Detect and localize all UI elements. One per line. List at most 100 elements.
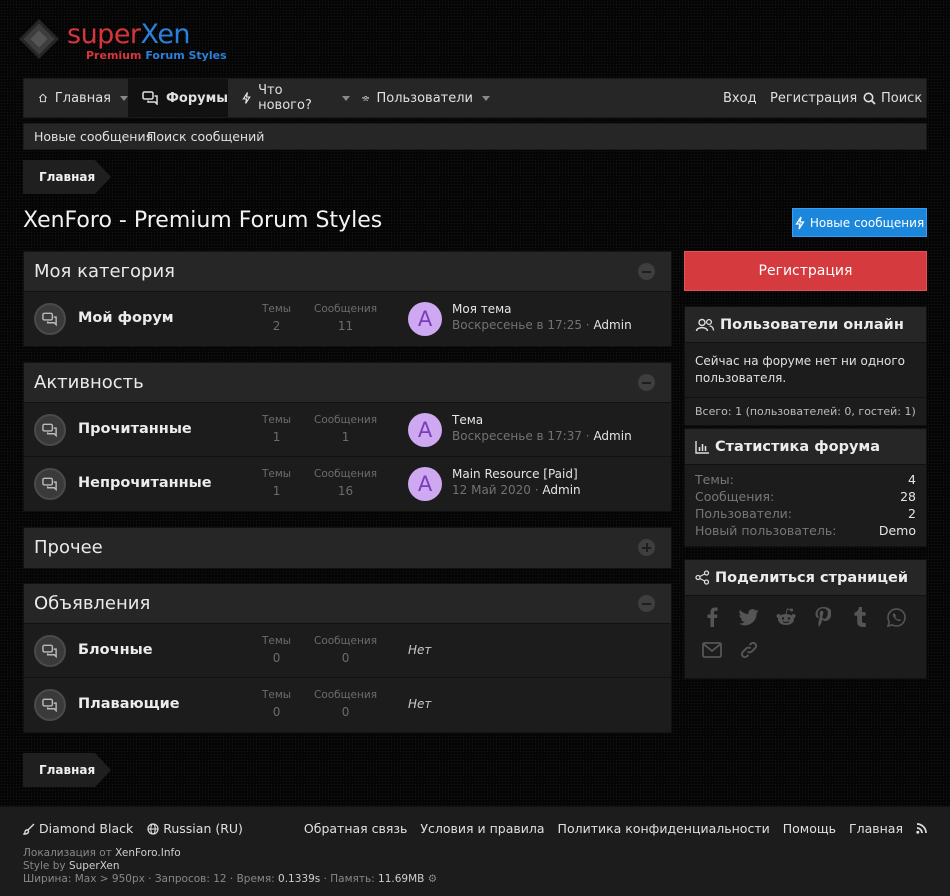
register-link[interactable]: Регистрация	[770, 79, 857, 117]
category-title[interactable]: Прочее	[34, 537, 103, 558]
category-block-other: Прочее	[23, 527, 672, 569]
collapse-icon[interactable]	[638, 374, 655, 391]
forum-node: Блочные Темы 0 Сообщения 0 Нет	[24, 624, 671, 678]
newest-member-link[interactable]: Demo	[879, 522, 916, 539]
collapse-icon[interactable]	[638, 595, 655, 612]
register-button[interactable]: Регистрация	[684, 251, 927, 291]
online-text: Сейчас на форуме нет ни одного пользоват…	[695, 354, 905, 385]
tumblr-icon[interactable]	[848, 606, 870, 628]
page-title: XenForo - Premium Forum Styles	[23, 208, 383, 233]
footer-link-home[interactable]: Главная	[849, 821, 903, 836]
avatar[interactable]: A	[408, 467, 442, 501]
gear-icon[interactable]: ⚙	[428, 873, 437, 885]
whatsapp-icon[interactable]	[885, 606, 907, 628]
forum-title[interactable]: Плавающие	[78, 696, 180, 712]
threads-stat: Темы 1	[262, 468, 292, 498]
posts-stat: Сообщения 11	[314, 303, 378, 333]
no-last-post: Нет	[408, 697, 432, 711]
sub-navbar: Новые сообщения Поиск сообщений	[23, 123, 927, 150]
nav-tab-whats-new[interactable]: Что нового?	[228, 79, 350, 117]
last-post-date[interactable]: Воскресенье в 17:37	[452, 429, 582, 443]
stats-row: Новый пользователь: Demo	[695, 522, 916, 539]
last-post-title[interactable]: Тема	[452, 413, 483, 427]
stats-row: Сообщения: 28	[695, 489, 916, 504]
share-page-widget: Поделиться страницей	[684, 559, 927, 679]
comments-icon	[142, 91, 158, 105]
widget-title[interactable]: Пользователи онлайн	[720, 317, 904, 333]
breadcrumb-bottom[interactable]: Главная	[23, 753, 111, 787]
bolt-icon	[242, 92, 251, 104]
twitter-icon[interactable]	[738, 606, 760, 628]
reddit-icon[interactable]	[775, 606, 797, 628]
last-post-user[interactable]: Admin	[593, 318, 631, 332]
login-link[interactable]: Вход	[723, 79, 757, 117]
threads-stat: Темы 2	[262, 303, 292, 333]
chevron-down-icon[interactable]	[342, 95, 350, 101]
breadcrumb[interactable]: Главная	[23, 160, 111, 194]
footer-style-chooser: Diamond Black Russian (RU)	[23, 821, 243, 836]
chevron-down-icon[interactable]	[482, 95, 490, 101]
category-header: Активность	[24, 363, 671, 403]
new-posts-button[interactable]: Новые сообщения	[792, 208, 927, 237]
subnav-new-posts[interactable]: Новые сообщения	[34, 129, 153, 144]
category-title[interactable]: Активность	[34, 372, 144, 393]
nav-tab-members[interactable]: Пользователи	[350, 79, 490, 117]
nav-tab-home[interactable]: Главная	[24, 79, 128, 117]
forum-comments-icon	[34, 303, 66, 335]
forum-title[interactable]: Блочные	[78, 642, 153, 658]
nav-members-label: Пользователи	[376, 90, 473, 106]
footer-links: Обратная связь Условия и правила Политик…	[304, 821, 927, 836]
search-link[interactable]: Поиск	[863, 79, 922, 117]
forum-node: Мой форум Темы 2 Сообщения 11 A Моя тема В…	[24, 292, 671, 346]
search-label: Поиск	[881, 90, 923, 106]
widget-title[interactable]: Статистика форума	[715, 439, 880, 455]
footer-link-help[interactable]: Помощь	[783, 821, 836, 836]
expand-icon[interactable]	[638, 539, 655, 556]
footer-link-privacy[interactable]: Политика конфиденциальности	[558, 821, 770, 836]
forum-title[interactable]: Прочитанные	[78, 421, 192, 437]
last-post-date[interactable]: 12 Май 2020	[452, 483, 531, 497]
avatar[interactable]: A	[408, 413, 442, 447]
category-title[interactable]: Моя категория	[34, 261, 175, 282]
breadcrumb-home[interactable]: Главная	[39, 170, 95, 184]
widget-header: Поделиться страницей	[685, 560, 926, 596]
login-label: Вход	[723, 90, 757, 106]
localization-credit: Локализация от XenForo.Info	[23, 847, 181, 859]
localization-link[interactable]: XenForo.Info	[115, 847, 180, 859]
style-author-link[interactable]: SuperXen	[69, 860, 120, 872]
bar-chart-icon	[695, 440, 709, 454]
nav-forums-label: Форумы	[166, 90, 228, 106]
style-chooser-link[interactable]: Diamond Black	[39, 821, 133, 836]
link-icon[interactable]	[738, 639, 760, 661]
last-post-title[interactable]: Моя тема	[452, 302, 512, 316]
paint-brush-icon	[23, 823, 35, 835]
last-post-user[interactable]: Admin	[542, 483, 580, 497]
email-icon[interactable]	[701, 639, 723, 661]
subnav-search-posts[interactable]: Поиск сообщений	[147, 129, 264, 144]
chevron-down-icon[interactable]	[120, 95, 128, 101]
last-post-date[interactable]: Воскресенье в 17:25	[452, 318, 582, 332]
share-buttons	[685, 596, 926, 678]
avatar[interactable]: A	[408, 302, 442, 336]
language-chooser-link[interactable]: Russian (RU)	[163, 821, 243, 836]
page-footer: Diamond Black Russian (RU) Обратная связ…	[0, 806, 950, 896]
home-icon	[38, 93, 47, 103]
no-last-post: Нет	[408, 643, 432, 657]
forum-title[interactable]: Мой форум	[78, 310, 174, 326]
category-block-my-category: Моя категория Мой форум Темы 2 Сообщения 1…	[23, 251, 672, 347]
breadcrumb-home[interactable]: Главная	[39, 763, 95, 777]
rss-icon[interactable]	[916, 823, 927, 834]
forum-title[interactable]: Непрочитанные	[78, 475, 212, 491]
footer-link-contact[interactable]: Обратная связь	[304, 821, 408, 836]
pinterest-icon[interactable]	[812, 606, 834, 628]
nav-tab-forums[interactable]: Форумы	[128, 79, 228, 117]
last-post-title[interactable]: Main Resource [Paid]	[452, 467, 578, 481]
last-post-user[interactable]: Admin	[593, 429, 631, 443]
site-logo[interactable]: superXen Premium Forum Styles	[19, 19, 227, 64]
collapse-icon[interactable]	[638, 263, 655, 280]
posts-stat: Сообщения 0	[314, 689, 378, 719]
facebook-icon[interactable]	[701, 606, 723, 628]
forum-comments-icon	[34, 635, 66, 667]
footer-link-terms[interactable]: Условия и правила	[420, 821, 544, 836]
category-title[interactable]: Объявления	[34, 593, 150, 614]
